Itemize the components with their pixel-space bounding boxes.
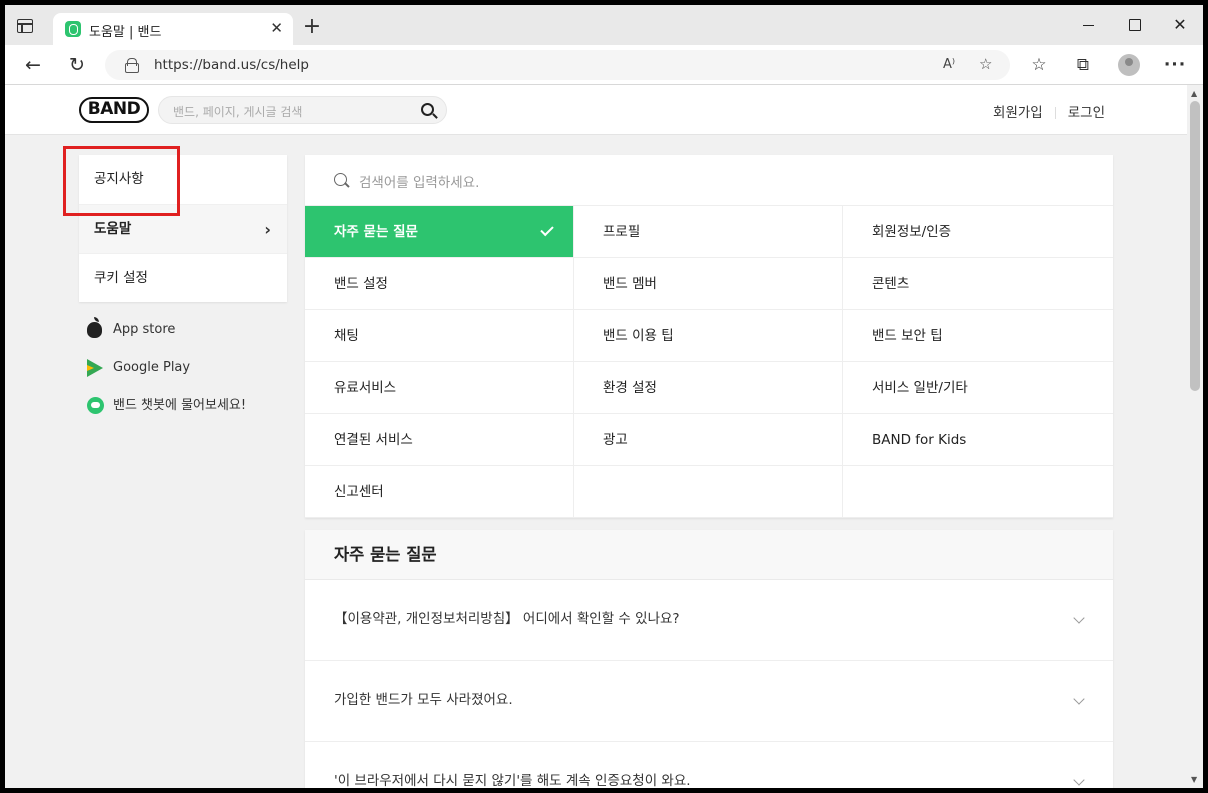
page-viewport: BAND 밴드, 페이지, 게시글 검색 회원가입 로그인 공지사항 도움말 › … (5, 85, 1187, 788)
chevron-right-icon: › (264, 220, 271, 239)
avatar (1118, 54, 1140, 76)
faq-item[interactable]: '이 브라우저에서 다시 묻지 않기'를 해도 계속 인증요청이 와요. (305, 742, 1113, 788)
address-bar[interactable]: https://band.us/cs/help A⁾ ☆ (105, 50, 1010, 80)
band-logo[interactable]: BAND (79, 97, 149, 123)
back-button[interactable]: ← (19, 51, 47, 79)
faq-question: 【이용약관, 개인정보처리방침】 어디에서 확인할 수 있나요? (334, 611, 680, 627)
category-connected-services[interactable]: 연결된 서비스 (305, 414, 574, 466)
tab-strip: 도움말 | 밴드 ✕ + ✕ (5, 5, 1203, 45)
app-link-label: 밴드 챗봇에 물어보세요! (113, 398, 247, 413)
new-tab-button[interactable]: + (298, 13, 326, 41)
category-paid-services[interactable]: 유료서비스 (305, 362, 574, 414)
category-tips[interactable]: 밴드 이용 팁 (574, 310, 843, 362)
scroll-thumb[interactable] (1190, 101, 1200, 391)
site-search[interactable]: 밴드, 페이지, 게시글 검색 (158, 96, 447, 124)
category-profile[interactable]: 프로필 (574, 206, 843, 258)
faq-item[interactable]: 가입한 밴드가 모두 사라졌어요. (305, 661, 1113, 742)
help-panel: 검색어를 입력하세요. 자주 묻는 질문 프로필 회원정보/인증 밴드 설정 밴… (305, 155, 1113, 518)
highlight-annotation (63, 146, 180, 216)
login-link[interactable]: 로그인 (1068, 101, 1105, 121)
url-text[interactable]: https://band.us/cs/help (154, 57, 309, 73)
chatbot-icon (87, 397, 104, 414)
faq-question: 가입한 밴드가 모두 사라졌어요. (334, 692, 513, 708)
collections-icon[interactable]: ⧉ (1069, 51, 1097, 79)
faq-item[interactable]: 【이용약관, 개인정보처리방침】 어디에서 확인할 수 있나요? (305, 580, 1113, 661)
lock-icon[interactable] (125, 58, 139, 73)
category-report-center[interactable]: 신고센터 (305, 466, 574, 518)
band-favicon-icon (65, 21, 81, 37)
apple-icon (87, 317, 102, 338)
side-item-cookie-settings[interactable]: 쿠키 설정 (79, 253, 287, 302)
reload-button[interactable]: ↻ (63, 51, 91, 79)
favorites-icon[interactable]: ☆ (1025, 51, 1053, 79)
faq-panel: 자주 묻는 질문 【이용약관, 개인정보처리방침】 어디에서 확인할 수 있나요… (305, 530, 1113, 788)
category-grid: 자주 묻는 질문 프로필 회원정보/인증 밴드 설정 밴드 멤버 콘텐츠 채팅 … (305, 206, 1113, 518)
profile-button[interactable] (1115, 51, 1143, 79)
app-store-link[interactable]: App store (87, 317, 246, 359)
google-play-icon (87, 359, 103, 377)
category-empty (843, 466, 1113, 518)
faq-question: '이 브라우저에서 다시 묻지 않기'를 해도 계속 인증요청이 와요. (334, 773, 691, 788)
chevron-down-icon[interactable] (1073, 693, 1085, 705)
header-links: 회원가입 로그인 (993, 101, 1105, 121)
chevron-down-icon[interactable] (1073, 612, 1085, 624)
category-account[interactable]: 회원정보/인증 (843, 206, 1113, 258)
search-icon[interactable] (421, 103, 434, 116)
signup-link[interactable]: 회원가입 (993, 101, 1043, 121)
category-security-tips[interactable]: 밴드 보안 팁 (843, 310, 1113, 362)
app-links: App store Google Play 밴드 챗봇에 물어보세요! (87, 317, 246, 435)
category-empty (574, 466, 843, 518)
scroll-down-icon[interactable]: ▼ (1191, 775, 1197, 784)
maximize-button[interactable] (1111, 5, 1157, 45)
link-divider (1054, 107, 1056, 119)
tab-actions-icon[interactable] (17, 19, 33, 33)
tab-title: 도움말 | 밴드 (89, 25, 162, 40)
google-play-link[interactable]: Google Play (87, 359, 246, 397)
category-chat[interactable]: 채팅 (305, 310, 574, 362)
close-tab-icon[interactable]: ✕ (270, 19, 283, 37)
read-aloud-icon[interactable]: A⁾ (943, 57, 955, 72)
category-label: 자주 묻는 질문 (334, 224, 418, 240)
browser-window: 도움말 | 밴드 ✕ + ✕ ← ↻ https://band.us/cs/he… (5, 5, 1203, 788)
category-general[interactable]: 서비스 일반/기타 (843, 362, 1113, 414)
category-band-members[interactable]: 밴드 멤버 (574, 258, 843, 310)
site-header: BAND 밴드, 페이지, 게시글 검색 회원가입 로그인 (5, 85, 1187, 135)
close-window-button[interactable]: ✕ (1157, 5, 1203, 45)
category-band-for-kids[interactable]: BAND for Kids (843, 414, 1113, 466)
app-link-label: Google Play (113, 360, 191, 375)
help-search[interactable]: 검색어를 입력하세요. (305, 155, 1113, 206)
category-contents[interactable]: 콘텐츠 (843, 258, 1113, 310)
browser-toolbar: ← ↻ https://band.us/cs/help A⁾ ☆ ☆ ⧉ ··· (5, 45, 1203, 85)
category-ads[interactable]: 광고 (574, 414, 843, 466)
app-link-label: App store (113, 322, 176, 337)
more-menu-icon[interactable]: ··· (1161, 51, 1189, 79)
site-search-input[interactable]: 밴드, 페이지, 게시글 검색 (173, 103, 302, 120)
side-item-label: 도움말 (94, 221, 132, 237)
add-favorite-icon[interactable]: ☆ (979, 55, 992, 73)
scrollbar[interactable]: ▲ ▼ (1187, 85, 1203, 788)
faq-title: 자주 묻는 질문 (305, 530, 1113, 580)
category-preferences[interactable]: 환경 설정 (574, 362, 843, 414)
chevron-down-icon[interactable] (1073, 774, 1085, 786)
browser-tab[interactable]: 도움말 | 밴드 ✕ (53, 13, 293, 45)
scroll-up-icon[interactable]: ▲ (1191, 89, 1197, 98)
category-band-settings[interactable]: 밴드 설정 (305, 258, 574, 310)
help-search-input[interactable]: 검색어를 입력하세요. (359, 171, 479, 191)
chatbot-link[interactable]: 밴드 챗봇에 물어보세요! (87, 397, 246, 435)
search-icon (334, 173, 347, 186)
minimize-button[interactable] (1065, 5, 1111, 45)
check-icon (540, 222, 554, 237)
category-faq[interactable]: 자주 묻는 질문 (305, 206, 574, 258)
